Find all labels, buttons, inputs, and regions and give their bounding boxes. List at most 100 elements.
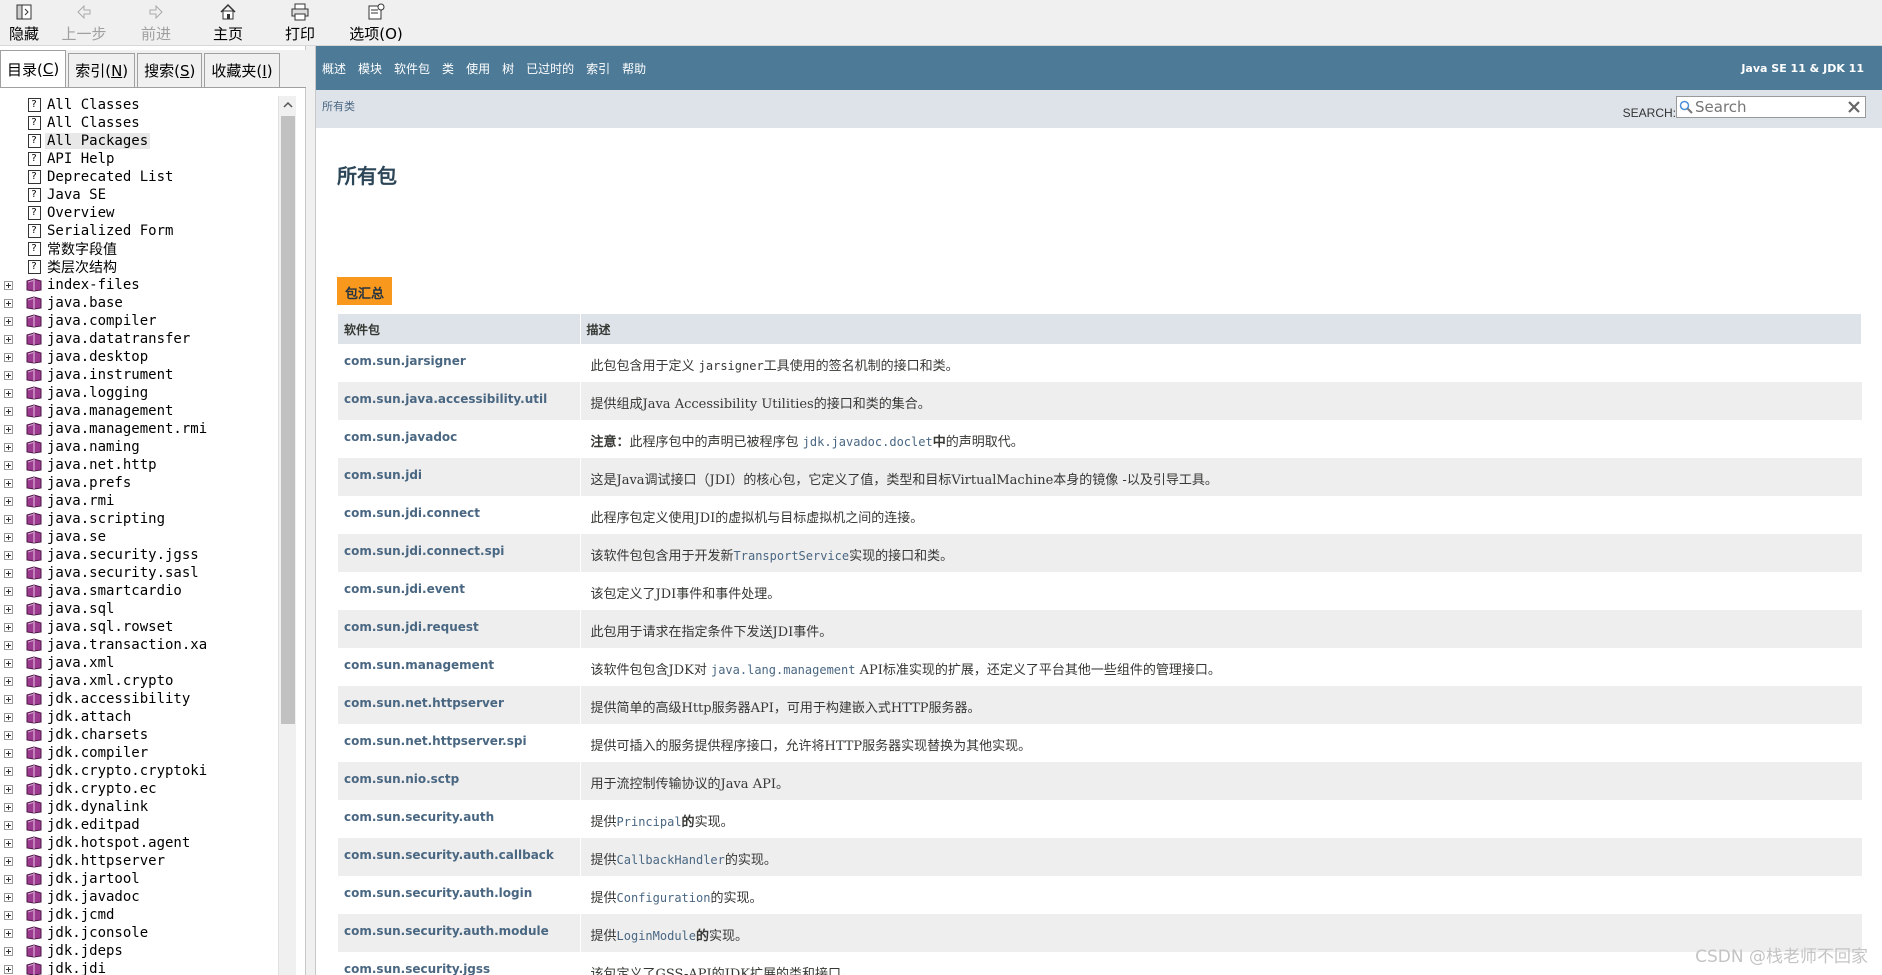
tree-item[interactable]: ? All Classes [0,96,278,114]
tree-item[interactable]: java.security.sasl [0,564,278,582]
tree-item[interactable]: java.sql.rowset [0,618,278,636]
tree-item[interactable]: java.instrument [0,366,278,384]
expand-plus-icon[interactable] [2,729,14,741]
search-input[interactable] [1695,98,1835,116]
expand-plus-icon[interactable] [2,837,14,849]
nav-link-overview[interactable]: 概述 [322,60,346,77]
expand-plus-icon[interactable] [2,945,14,957]
package-link[interactable]: com.sun.jdi [344,468,422,482]
tree-item[interactable]: java.management.rmi [0,420,278,438]
nav-link-deprecated[interactable]: 已过时的 [526,60,574,77]
tree-item[interactable]: jdk.jcmd [0,906,278,924]
tree-item[interactable]: jdk.editpad [0,816,278,834]
expand-plus-icon[interactable] [2,513,14,525]
tree-item[interactable]: java.compiler [0,312,278,330]
package-link[interactable]: com.sun.management [344,658,494,672]
expand-plus-icon[interactable] [2,279,14,291]
tree-item[interactable]: ? Overview [0,204,278,222]
tree-item[interactable]: ? Serialized Form [0,222,278,240]
package-link[interactable]: com.sun.security.jgss [344,962,490,975]
package-link[interactable]: com.sun.security.auth.callback [344,848,554,862]
expand-plus-icon[interactable] [2,387,14,399]
tree-item[interactable]: ? 常数字段值 [0,240,278,258]
nav-link-package[interactable]: 软件包 [394,60,430,77]
tree-item[interactable]: jdk.crypto.cryptoki [0,762,278,780]
expand-plus-icon[interactable] [2,621,14,633]
tree-item[interactable]: java.xml [0,654,278,672]
package-link[interactable]: com.sun.jdi.request [344,620,479,634]
home-button[interactable]: 主页 [192,0,264,46]
tree-item[interactable]: jdk.jdi [0,960,278,975]
tab-search[interactable]: 搜索(S) [137,53,203,87]
tree-item[interactable]: java.scripting [0,510,278,528]
code-link[interactable]: LoginModule [617,929,696,943]
hide-button[interactable]: 隐藏 [0,0,48,46]
package-link[interactable]: com.sun.java.accessibility.util [344,392,547,406]
expand-plus-icon[interactable] [2,675,14,687]
expand-plus-icon[interactable] [2,783,14,795]
expand-plus-icon[interactable] [2,927,14,939]
expand-plus-icon[interactable] [2,477,14,489]
code-link[interactable]: Configuration [617,891,711,905]
tab-favorites[interactable]: 收藏夹(I) [204,53,280,87]
expand-plus-icon[interactable] [2,711,14,723]
package-link[interactable]: com.sun.jarsigner [344,354,466,368]
expand-plus-icon[interactable] [2,333,14,345]
tree-item[interactable]: jdk.charsets [0,726,278,744]
tree-item[interactable]: java.net.http [0,456,278,474]
tree-item[interactable]: java.rmi [0,492,278,510]
clear-search-icon[interactable] [1845,98,1863,116]
tree-item[interactable]: java.smartcardio [0,582,278,600]
tree-item[interactable]: index-files [0,276,278,294]
expand-plus-icon[interactable] [2,405,14,417]
expand-plus-icon[interactable] [2,369,14,381]
tree-item[interactable]: java.xml.crypto [0,672,278,690]
tab-contents[interactable]: 目录(C) [0,50,67,87]
nav-link-help[interactable]: 帮助 [622,60,646,77]
nav-link-module[interactable]: 模块 [358,60,382,77]
tree-item[interactable]: ? All Classes [0,114,278,132]
tree-item[interactable]: jdk.jdeps [0,942,278,960]
expand-plus-icon[interactable] [2,315,14,327]
tree-item[interactable]: ? Deprecated List [0,168,278,186]
package-link[interactable]: com.sun.net.httpserver.spi [344,734,527,748]
expand-plus-icon[interactable] [2,459,14,471]
tree-item[interactable]: java.sql [0,600,278,618]
options-button[interactable]: 选项(O) [336,0,416,46]
print-button[interactable]: 打印 [264,0,336,46]
expand-plus-icon[interactable] [2,801,14,813]
code-link[interactable]: java.lang.management [711,663,856,677]
tree-item[interactable]: java.desktop [0,348,278,366]
package-link[interactable]: com.sun.nio.sctp [344,772,459,786]
code-link[interactable]: CallbackHandler [617,853,725,867]
expand-plus-icon[interactable] [2,657,14,669]
code-link[interactable]: TransportService [734,549,850,563]
tree-item[interactable]: ? Java SE [0,186,278,204]
expand-plus-icon[interactable] [2,531,14,543]
tree-item[interactable]: jdk.attach [0,708,278,726]
package-link[interactable]: com.sun.security.auth [344,810,494,824]
expand-plus-icon[interactable] [2,441,14,453]
tree-item[interactable]: java.datatransfer [0,330,278,348]
expand-plus-icon[interactable] [2,891,14,903]
tree-item[interactable]: java.prefs [0,474,278,492]
expand-plus-icon[interactable] [2,297,14,309]
nav-link-index[interactable]: 索引 [586,60,610,77]
pane-splitter[interactable] [306,46,316,975]
expand-plus-icon[interactable] [2,747,14,759]
scrollbar-thumb[interactable] [281,116,295,724]
nav-link-use[interactable]: 使用 [466,60,490,77]
expand-plus-icon[interactable] [2,495,14,507]
expand-plus-icon[interactable] [2,585,14,597]
tree-item[interactable]: java.se [0,528,278,546]
tree-item[interactable]: java.naming [0,438,278,456]
package-link[interactable]: com.sun.javadoc [344,430,457,444]
expand-plus-icon[interactable] [2,423,14,435]
expand-plus-icon[interactable] [2,603,14,615]
package-link[interactable]: com.sun.jdi.connect [344,506,480,520]
package-link[interactable]: com.sun.security.auth.login [344,886,532,900]
tree-item[interactable]: jdk.hotspot.agent [0,834,278,852]
tree-item[interactable]: jdk.accessibility [0,690,278,708]
expand-plus-icon[interactable] [2,963,14,975]
tab-index[interactable]: 索引(N) [68,53,136,87]
